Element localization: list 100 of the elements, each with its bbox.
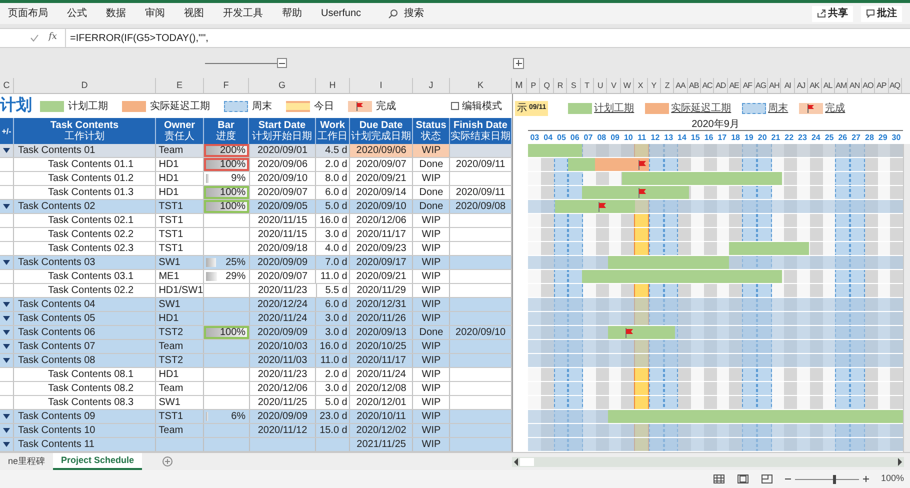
ribbon-tab[interactable]: 公式 — [67, 6, 87, 21]
column-header[interactable]: AL — [823, 80, 832, 92]
ribbon-tab[interactable]: 数据 — [106, 6, 126, 21]
collapse-caret-icon[interactable] — [2, 442, 10, 447]
scroll-right-icon[interactable] — [897, 458, 903, 466]
column-header[interactable]: AG — [756, 80, 766, 92]
task-row[interactable]: Task Contents 03.1 ME1 29% 2020/09/07 11.0 d 2020/09/21 WIP — [0, 270, 512, 284]
column-header[interactable]: AF — [742, 80, 752, 92]
column-header[interactable]: Q — [544, 80, 550, 92]
zoom-thumb[interactable] — [833, 474, 836, 484]
vertical-scrollbar[interactable] — [903, 144, 910, 452]
column-header[interactable]: X — [638, 80, 643, 92]
collapse-caret-icon[interactable] — [2, 316, 10, 321]
normal-view-icon[interactable] — [712, 474, 725, 484]
collapse-caret-icon[interactable] — [2, 148, 10, 153]
column-header[interactable]: AQ — [889, 80, 900, 92]
zoom-in-icon[interactable] — [862, 476, 869, 482]
expand-group-button[interactable] — [513, 58, 524, 68]
share-button[interactable]: 共享 — [812, 6, 853, 22]
collapse-caret-icon[interactable] — [2, 260, 10, 265]
task-row[interactable]: Task Contents 08.3 SW1 2020/11/25 5.0 d 2020/12/01 WIP — [0, 396, 512, 410]
column-header[interactable]: AM — [836, 80, 847, 92]
summary-row[interactable]: Task Contents 11 2021/11/25 WIP — [0, 438, 512, 452]
column-header[interactable]: Z — [664, 80, 670, 92]
zoom-level[interactable]: 100% — [880, 472, 904, 486]
task-row[interactable]: Task Contents 02.2 HD1/SW1 2020/11/23 5.5 d 2020/11/29 WIP — [0, 284, 512, 298]
fx-label[interactable]: fx — [48, 31, 57, 45]
ribbon-tab[interactable]: 开发工具 — [223, 6, 263, 21]
collapse-caret-icon[interactable] — [2, 428, 10, 433]
task-row[interactable]: Task Contents 01.3 HD1 100% 2020/09/07 6.0 d 2020/09/14 Done 2020/09/11 — [0, 186, 512, 200]
summary-row[interactable]: Task Contents 03 SW1 25% 2020/09/09 7.0 d 2020/09/17 WIP — [0, 256, 512, 270]
sheet-tab[interactable]: ne里程碑 — [0, 453, 54, 470]
search-icon[interactable] — [388, 8, 398, 18]
column-header[interactable]: E — [176, 78, 182, 92]
formula-text[interactable]: =IFERROR(IF(G5>TODAY(),"", — [66, 30, 208, 46]
scroll-thumb[interactable] — [520, 458, 534, 466]
summary-row[interactable]: Task Contents 02 TST1 100% 2020/09/05 5.0 d 2020/09/10 Done 2020/09/08 — [0, 200, 512, 214]
summary-row[interactable]: Task Contents 04 SW1 2020/12/24 6.0 d 2020/12/31 WIP — [0, 298, 512, 312]
comments-button[interactable]: 批注 — [861, 6, 902, 22]
ribbon-tab[interactable]: 视图 — [184, 6, 204, 21]
column-header[interactable]: D — [81, 78, 88, 92]
zoom-out-icon[interactable] — [784, 476, 791, 482]
column-header[interactable]: S — [570, 80, 576, 92]
column-header[interactable]: U — [598, 80, 603, 92]
add-sheet-icon[interactable] — [162, 456, 174, 467]
column-header[interactable]: AA — [676, 80, 686, 92]
column-header[interactable]: AN — [850, 80, 860, 92]
task-row[interactable]: Task Contents 02.1 TST1 2020/11/15 16.0 d 2020/12/06 WIP — [0, 214, 512, 228]
column-header[interactable]: AK — [810, 80, 820, 92]
column-header[interactable]: AI — [784, 80, 791, 92]
task-row[interactable]: Task Contents 01.2 HD1 9% 2020/09/10 8.0 d 2020/09/21 WIP — [0, 172, 512, 186]
collapse-caret-icon[interactable] — [2, 414, 10, 419]
ribbon-tab[interactable]: 页面布局 — [8, 6, 48, 21]
task-row[interactable]: Task Contents 08.2 Team 2020/12/06 3.0 d 2020/12/08 WIP — [0, 382, 512, 396]
summary-row[interactable]: Task Contents 01 Team 200% 2020/09/01 4.5 d 2020/09/06 WIP — [0, 144, 512, 158]
summary-row[interactable]: Task Contents 07 Team 2020/10/03 16.0 d 2020/10/25 WIP — [0, 340, 512, 354]
column-header[interactable]: V — [611, 80, 616, 92]
column-header[interactable]: AP — [876, 80, 886, 92]
column-header[interactable]: F — [223, 78, 229, 92]
column-header[interactable]: I — [380, 78, 382, 92]
summary-row[interactable]: Task Contents 05 HD1 2020/11/24 3.0 d 2020/11/26 WIP — [0, 312, 512, 326]
summary-row[interactable]: Task Contents 06 TST2 100% 2020/09/09 3.0 d 2020/09/13 Done 2020/09/10 — [0, 326, 512, 340]
column-header[interactable]: H — [329, 78, 336, 92]
summary-row[interactable]: Task Contents 10 Team 2020/11/12 15.0 d 2020/12/02 WIP — [0, 424, 512, 438]
horizontal-scrollbar[interactable] — [512, 456, 904, 466]
column-header[interactable]: R — [557, 80, 563, 92]
collapse-caret-icon[interactable] — [2, 204, 10, 209]
column-header[interactable]: J — [428, 78, 434, 92]
column-header[interactable]: AH — [769, 80, 780, 92]
summary-row[interactable]: Task Contents 08 TST2 2020/11/03 11.0 d 2020/11/17 WIP — [0, 354, 512, 368]
column-header[interactable]: Y — [651, 80, 656, 92]
task-row[interactable]: Task Contents 02.2 TST1 2020/11/15 3.0 d 2020/11/17 WIP — [0, 228, 512, 242]
column-header[interactable]: AJ — [796, 80, 806, 92]
collapse-caret-icon[interactable] — [2, 330, 10, 335]
column-header[interactable]: W — [623, 80, 630, 92]
column-header[interactable]: G — [278, 78, 286, 92]
ribbon-tab[interactable]: Userfunc — [321, 6, 362, 21]
task-row[interactable]: Task Contents 02.3 TST1 2020/09/18 4.0 d 2020/09/23 WIP — [0, 242, 512, 256]
ribbon-tab[interactable]: 帮助 — [282, 6, 302, 21]
column-header[interactable]: P — [530, 80, 536, 92]
column-header[interactable]: K — [477, 78, 484, 92]
column-header[interactable]: M — [515, 78, 523, 92]
column-header[interactable]: AE — [729, 80, 739, 92]
task-row[interactable]: Task Contents 08.1 HD1 2020/11/23 2.0 d 2020/11/24 WIP — [0, 368, 512, 382]
task-row[interactable]: Task Contents 01.1 HD1 100% 2020/09/06 2.0 d 2020/09/07 Done 2020/09/11 — [0, 158, 512, 172]
page-break-icon[interactable] — [760, 474, 773, 484]
page-layout-icon[interactable] — [736, 474, 749, 484]
column-header[interactable]: AB — [689, 80, 699, 92]
collapse-caret-icon[interactable] — [2, 358, 10, 363]
column-header[interactable]: T — [584, 80, 589, 92]
collapse-caret-icon[interactable] — [2, 344, 10, 349]
check-icon[interactable] — [30, 34, 39, 42]
edit-mode-checkbox[interactable] — [451, 102, 459, 110]
column-header[interactable]: AD — [716, 80, 726, 92]
ribbon-tab[interactable]: 审阅 — [145, 6, 165, 21]
collapse-caret-icon[interactable] — [2, 302, 10, 307]
sheet-tab[interactable]: Project Schedule — [53, 453, 142, 470]
collapse-group-button[interactable] — [277, 58, 287, 68]
search-label[interactable]: 搜索 — [404, 6, 424, 21]
column-header[interactable]: AO — [862, 80, 874, 92]
